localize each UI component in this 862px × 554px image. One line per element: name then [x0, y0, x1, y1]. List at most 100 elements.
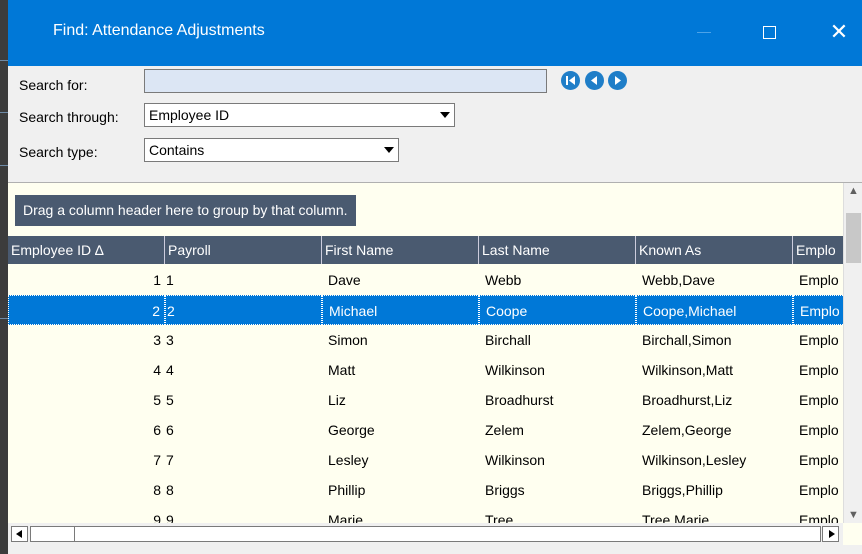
cell-employment-type: Emplo — [799, 392, 839, 408]
cell-payroll: 9 — [166, 512, 174, 525]
cell-payroll: 1 — [166, 272, 174, 288]
column-header-first-name[interactable]: First Name — [322, 236, 479, 264]
column-header-known-as[interactable]: Known As — [636, 236, 793, 264]
group-by-panel[interactable]: Drag a column header here to group by th… — [8, 183, 843, 233]
table-row[interactable]: 7 7 Lesley Wilkinson Wilkinson,Lesley Emplo — [8, 445, 843, 475]
table-row[interactable]: 3 3 Simon Birchall Birchall,Simon Emplo — [8, 325, 843, 355]
cell-known-as: Broadhurst,Liz — [642, 392, 733, 408]
cell-last-name: Broadhurst — [485, 392, 554, 408]
cell-employee-id: 1 — [153, 272, 161, 288]
scroll-left-button[interactable] — [11, 526, 28, 542]
horizontal-scrollbar[interactable] — [8, 523, 843, 545]
vertical-scroll-thumb[interactable] — [846, 213, 861, 263]
cell-payroll: 5 — [166, 392, 174, 408]
first-record-button[interactable] — [561, 71, 580, 90]
first-record-icon — [566, 76, 575, 85]
table-row[interactable]: 1 1 Dave Webb Webb,Dave Emplo — [8, 265, 843, 295]
cell-payroll: 7 — [166, 452, 174, 468]
horizontal-scroll-thumb[interactable] — [30, 526, 75, 542]
cell-employee-id: 3 — [153, 332, 161, 348]
cell-employee-id: 9 — [153, 512, 161, 525]
chevron-down-icon — [384, 147, 394, 153]
cell-payroll: 2 — [165, 295, 322, 325]
cell-first-name: George — [328, 422, 375, 438]
cell-last-name: Wilkinson — [485, 452, 545, 468]
table-row[interactable]: 4 4 Matt Wilkinson Wilkinson,Matt Emplo — [8, 355, 843, 385]
cell-employee-id: 2 — [8, 295, 165, 325]
grid-footer — [8, 545, 862, 554]
title-bar[interactable]: Find: Attendance Adjustments ✕ — [8, 0, 862, 66]
table-row[interactable]: 2 2 Michael Coope Coope,Michael Emplo — [8, 295, 843, 325]
cell-last-name: Wilkinson — [485, 362, 545, 378]
table-row[interactable]: 6 6 George Zelem Zelem,George Emplo — [8, 415, 843, 445]
next-record-icon — [615, 76, 621, 85]
close-button[interactable]: ✕ — [816, 14, 862, 50]
cell-known-as: Tree,Marie — [642, 512, 710, 525]
cell-last-name: Birchall — [485, 332, 531, 348]
column-header-employee-id[interactable]: Employee ID ∆ — [8, 236, 165, 264]
search-form: Search for: Search through: Employee ID … — [8, 66, 862, 182]
cell-first-name: Liz — [328, 392, 346, 408]
search-type-label: Search type: — [19, 144, 98, 160]
cell-known-as: Webb,Dave — [642, 272, 715, 288]
cell-last-name: Tree — [485, 512, 514, 525]
cell-last-name: Webb — [485, 272, 522, 288]
find-dialog-window: Find: Attendance Adjustments ✕ Search fo… — [0, 0, 862, 554]
search-for-label: Search for: — [19, 77, 88, 93]
cell-first-name: Phillip — [328, 482, 366, 498]
cell-payroll: 6 — [166, 422, 174, 438]
cell-employee-id: 4 — [153, 362, 161, 378]
cell-employee-id: 8 — [153, 482, 161, 498]
cell-employment-type: Emplo — [799, 512, 839, 525]
search-for-input[interactable] — [144, 69, 547, 93]
cell-payroll: 4 — [166, 362, 174, 378]
horizontal-scroll-track[interactable] — [30, 526, 821, 542]
cell-employment-type: Emplo — [793, 295, 843, 325]
cell-known-as: Birchall,Simon — [642, 332, 732, 348]
column-header-payroll[interactable]: Payroll — [165, 236, 322, 264]
cell-first-name: Marie — [328, 512, 364, 525]
previous-record-icon — [591, 76, 597, 85]
cell-known-as: Briggs,Phillip — [642, 482, 723, 498]
cell-first-name: Michael — [322, 295, 479, 325]
scroll-left-icon — [16, 530, 22, 538]
previous-record-button[interactable] — [585, 71, 604, 90]
vertical-scrollbar[interactable]: ▲ ▼ — [843, 183, 862, 523]
cell-first-name: Lesley — [328, 452, 369, 468]
group-by-hint: Drag a column header here to group by th… — [15, 195, 356, 226]
column-header-last-name[interactable]: Last Name — [479, 236, 636, 264]
maximize-button[interactable] — [746, 14, 792, 50]
close-icon: ✕ — [829, 19, 849, 44]
minimize-icon — [697, 31, 711, 33]
cell-employee-id: 6 — [153, 422, 161, 438]
cell-employee-id: 5 — [153, 392, 161, 408]
scroll-right-button[interactable] — [822, 526, 839, 542]
minimize-button[interactable] — [681, 14, 727, 50]
next-record-button[interactable] — [608, 71, 627, 90]
cell-known-as: Zelem,George — [642, 422, 732, 438]
scroll-down-icon[interactable]: ▼ — [848, 509, 859, 521]
cell-employment-type: Emplo — [799, 362, 839, 378]
cell-first-name: Dave — [328, 272, 361, 288]
cell-known-as: Wilkinson,Matt — [642, 362, 734, 378]
scroll-up-icon[interactable]: ▲ — [848, 185, 859, 197]
table-row[interactable]: 9 9 Marie Tree Tree,Marie Emplo — [8, 505, 843, 525]
search-through-select[interactable]: Employee ID — [144, 103, 455, 127]
cell-employment-type: Emplo — [799, 422, 839, 438]
search-type-value: Contains — [149, 142, 205, 158]
window-title: Find: Attendance Adjustments — [53, 22, 265, 39]
table-row[interactable]: 8 8 Phillip Briggs Briggs,Phillip Emplo — [8, 475, 843, 505]
search-through-label: Search through: — [19, 109, 119, 125]
results-grid[interactable]: Drag a column header here to group by th… — [8, 182, 862, 554]
cell-last-name: Briggs — [485, 482, 525, 498]
cell-known-as: Coope,Michael — [636, 295, 793, 325]
cell-payroll: 8 — [166, 482, 174, 498]
cell-last-name: Zelem — [485, 422, 524, 438]
search-type-select[interactable]: Contains — [144, 138, 399, 162]
cell-first-name: Matt — [328, 362, 356, 378]
cell-payroll: 3 — [166, 332, 174, 348]
cell-employee-id: 7 — [153, 452, 161, 468]
background-window-edge — [0, 0, 8, 554]
table-row[interactable]: 5 5 Liz Broadhurst Broadhurst,Liz Emplo — [8, 385, 843, 415]
search-through-value: Employee ID — [149, 107, 230, 123]
